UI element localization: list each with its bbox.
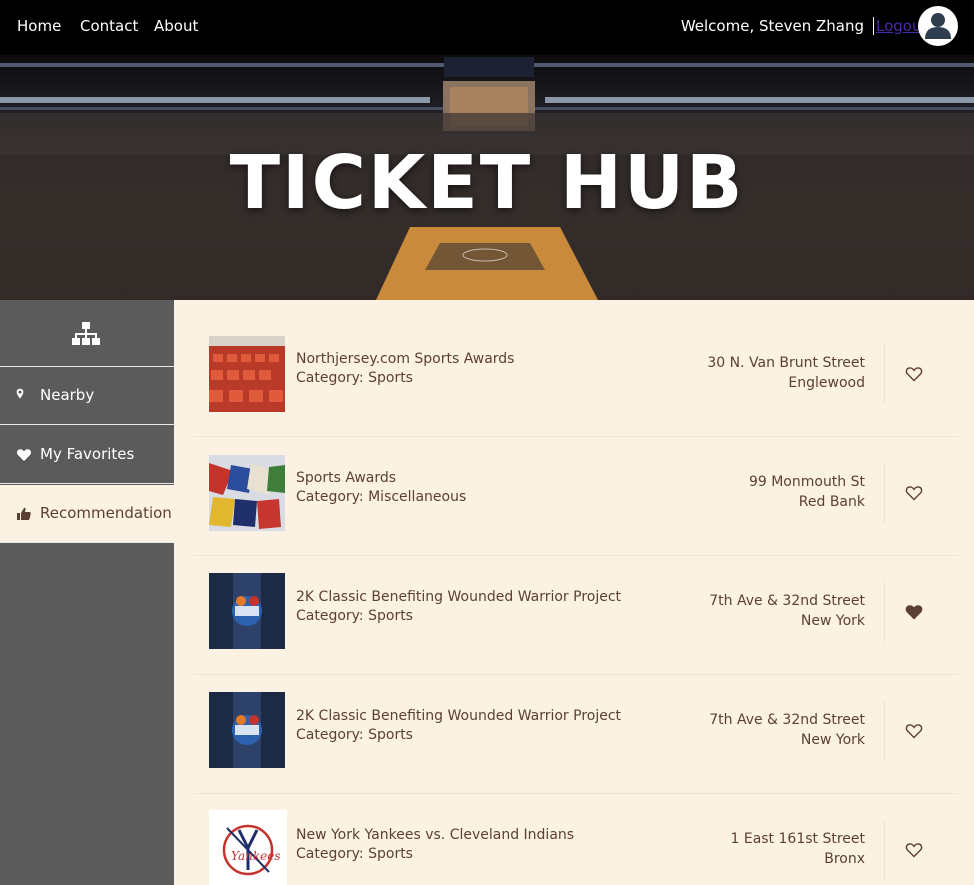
nav-about-link[interactable]: About bbox=[154, 17, 198, 35]
favorite-heart-icon[interactable] bbox=[905, 723, 923, 739]
event-address-street: 1 East 161st Street bbox=[730, 831, 865, 847]
event-address-street: 99 Monmouth St bbox=[748, 474, 865, 490]
event-address-street: 30 N. Van Brunt Street bbox=[707, 355, 865, 371]
event-address-city: Englewood bbox=[788, 375, 865, 391]
nav-contact-link[interactable]: Contact bbox=[80, 17, 138, 35]
sidebar-item-label: My Favorites bbox=[40, 445, 135, 463]
divider bbox=[884, 582, 885, 642]
event-address-city: Bronx bbox=[824, 851, 865, 867]
list-item[interactable]: Sports Awards Category: Miscellaneous 99… bbox=[194, 437, 958, 556]
hero-banner: TICKET HUB bbox=[0, 55, 974, 300]
map-marker-icon bbox=[16, 388, 24, 399]
divider bbox=[884, 820, 885, 880]
event-category: Category: Miscellaneous bbox=[296, 489, 467, 505]
user-icon[interactable] bbox=[918, 6, 958, 46]
event-address-street: 7th Ave & 32nd Street bbox=[709, 593, 865, 609]
sitemap-icon bbox=[72, 322, 100, 345]
svg-text:Yankees: Yankees bbox=[231, 849, 281, 863]
event-address-street: 7th Ave & 32nd Street bbox=[709, 712, 865, 728]
divider bbox=[884, 463, 885, 523]
list-item[interactable]: 2K Classic Benefiting Wounded Warrior Pr… bbox=[194, 675, 958, 794]
event-category: Category: Sports bbox=[296, 727, 413, 743]
sidebar-item-nearby[interactable]: Nearby bbox=[0, 367, 174, 425]
list-item[interactable]: Yankees New York Yankees vs. Cleveland I… bbox=[194, 794, 958, 885]
top-navbar: Home Contact About Welcome, Steven Zhang… bbox=[0, 0, 974, 55]
event-address-city: Red Bank bbox=[798, 494, 865, 510]
welcome-text: Welcome, Steven Zhang bbox=[680, 17, 864, 35]
nav-home-link[interactable]: Home bbox=[17, 17, 61, 35]
favorite-heart-icon[interactable] bbox=[905, 366, 923, 382]
divider bbox=[884, 701, 885, 761]
thumbs-up-icon bbox=[17, 507, 31, 520]
sidebar-item-recommendation[interactable]: Recommendation bbox=[0, 485, 174, 543]
event-category: Category: Sports bbox=[296, 846, 413, 862]
event-thumbnail bbox=[209, 692, 285, 768]
sidebar-item-my-favorites[interactable]: My Favorites bbox=[0, 426, 174, 484]
sidebar-item-label: Recommendation bbox=[40, 504, 172, 522]
event-category: Category: Sports bbox=[296, 608, 413, 624]
event-category: Category: Sports bbox=[296, 370, 413, 386]
favorite-heart-icon[interactable] bbox=[905, 604, 923, 620]
event-thumbnail: Yankees bbox=[209, 810, 287, 885]
event-title[interactable]: Sports Awards bbox=[296, 470, 396, 486]
list-item[interactable]: 2K Classic Benefiting Wounded Warrior Pr… bbox=[194, 556, 958, 675]
sidebar-item-label: Nearby bbox=[40, 386, 95, 404]
divider bbox=[884, 344, 885, 404]
favorite-heart-icon[interactable] bbox=[905, 842, 923, 858]
heart-icon bbox=[16, 449, 32, 461]
event-title[interactable]: Northjersey.com Sports Awards bbox=[296, 351, 514, 367]
sidebar-header bbox=[0, 300, 174, 367]
event-title[interactable]: 2K Classic Benefiting Wounded Warrior Pr… bbox=[296, 708, 621, 724]
event-address-city: New York bbox=[800, 732, 865, 748]
event-thumbnail bbox=[209, 573, 285, 649]
hero-title: TICKET HUB bbox=[229, 140, 745, 226]
list-item[interactable]: Northjersey.com Sports Awards Category: … bbox=[194, 318, 958, 437]
event-title[interactable]: New York Yankees vs. Cleveland Indians bbox=[296, 827, 574, 843]
event-title[interactable]: 2K Classic Benefiting Wounded Warrior Pr… bbox=[296, 589, 621, 605]
event-thumbnail bbox=[209, 336, 285, 412]
sidebar: Nearby My Favorites Recommendation bbox=[0, 300, 174, 885]
event-thumbnail bbox=[209, 455, 285, 531]
favorite-heart-icon[interactable] bbox=[905, 485, 923, 501]
event-address-city: New York bbox=[800, 613, 865, 629]
